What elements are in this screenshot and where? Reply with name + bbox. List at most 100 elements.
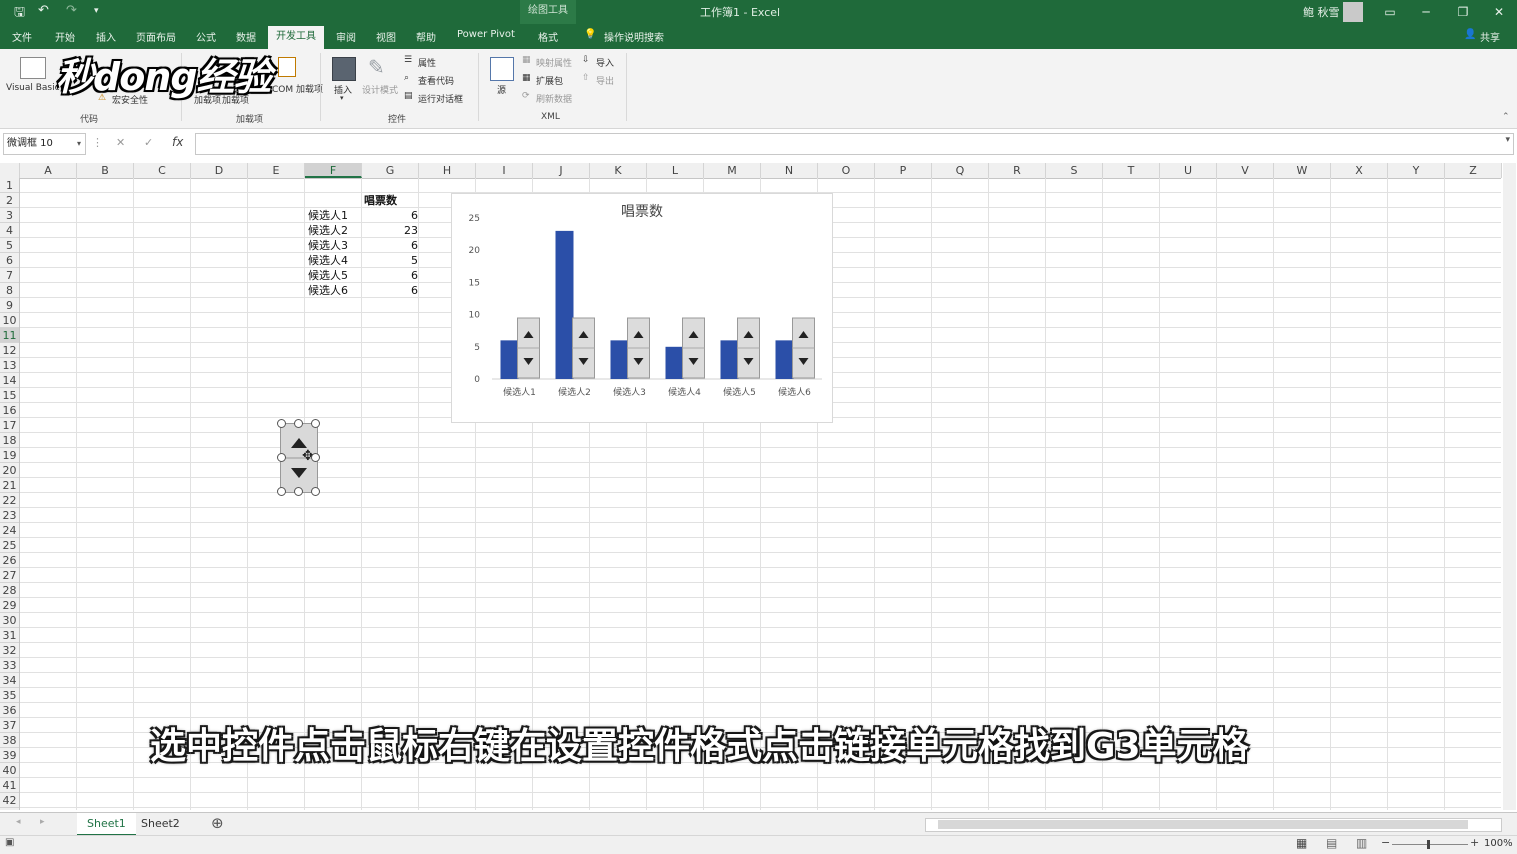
horizontal-scroll-thumb[interactable] [938,820,1468,829]
column-header-s[interactable]: S [1046,163,1103,178]
column-header-r[interactable]: R [989,163,1046,178]
candidate-name-cell[interactable]: 候选人1 [308,208,348,223]
user-name[interactable]: 鲍 秋雪 [1303,4,1340,20]
tab-file[interactable]: 文件 [12,29,32,44]
properties-button[interactable]: 属性 [418,56,436,69]
row-header-15[interactable]: 15 [0,388,19,403]
enter-icon[interactable]: ✓ [144,136,153,149]
row-header-28[interactable]: 28 [0,583,19,598]
share-button[interactable]: 共享 [1480,29,1500,44]
column-header-a[interactable]: A [20,163,77,178]
com-addins-button[interactable]: COM 加载项 [272,82,323,95]
chart-bar[interactable] [665,346,684,379]
row-header-7[interactable]: 7 [0,268,19,283]
export-button[interactable]: 导出 [596,74,614,87]
formula-input[interactable]: ▾ [195,133,1514,155]
tab-help[interactable]: 帮助 [416,29,436,44]
column-header-z[interactable]: Z [1445,163,1502,178]
votes-value-cell[interactable]: 6 [363,283,418,298]
column-header-g[interactable]: G [362,163,419,178]
column-header-h[interactable]: H [419,163,476,178]
candidate-name-cell[interactable]: 候选人3 [308,238,348,253]
row-header-35[interactable]: 35 [0,688,19,703]
page-break-view-icon[interactable]: ▥ [1356,836,1367,850]
view-code-icon[interactable]: ⌕ [404,73,409,83]
export-icon[interactable]: ⇧ [582,73,590,83]
row-header-41[interactable]: 41 [0,778,19,793]
column-header-e[interactable]: E [248,163,305,178]
row-header-34[interactable]: 34 [0,673,19,688]
tab-page-layout[interactable]: 页面布局 [136,29,176,44]
row-header-37[interactable]: 37 [0,718,19,733]
sheet-tab-sheet2[interactable]: Sheet2 [131,813,190,834]
scroll-sheets-left-icon[interactable]: ◂ [16,817,21,827]
tab-formulas[interactable]: 公式 [196,29,216,44]
row-header-13[interactable]: 13 [0,358,19,373]
tab-format[interactable]: 格式 [538,29,558,44]
resize-handle[interactable] [294,487,303,496]
row-header-25[interactable]: 25 [0,538,19,553]
design-mode-button[interactable]: 设计模式 [362,83,398,96]
undo-icon[interactable]: ↶ [38,3,49,18]
resize-handle[interactable] [277,419,286,428]
column-header-x[interactable]: X [1331,163,1388,178]
row-header-20[interactable]: 20 [0,463,19,478]
resize-handle[interactable] [311,453,320,462]
resize-handle[interactable] [277,453,286,462]
row-header-17[interactable]: 17 [0,418,19,433]
resize-handle[interactable] [311,419,320,428]
sheet-tab-sheet1[interactable]: Sheet1 [77,813,136,836]
search-tell-me[interactable]: 操作说明搜索 [604,29,664,44]
row-header-5[interactable]: 5 [0,238,19,253]
row-header-12[interactable]: 12 [0,343,19,358]
zoom-level[interactable]: 100% [1484,838,1513,849]
design-mode-icon[interactable]: ✎ [368,55,385,79]
row-header-23[interactable]: 23 [0,508,19,523]
row-header-29[interactable]: 29 [0,598,19,613]
map-properties-icon[interactable]: ▦ [522,55,531,65]
tab-data[interactable]: 数据 [236,29,256,44]
tab-power-pivot[interactable]: Power Pivot [457,29,515,40]
column-header-j[interactable]: J [533,163,590,178]
tab-developer[interactable]: 开发工具 [268,26,324,49]
row-header-3[interactable]: 3 [0,208,19,223]
row-header-4[interactable]: 4 [0,223,19,238]
column-header-q[interactable]: Q [932,163,989,178]
name-box-dropdown-icon[interactable]: ▾ [77,134,81,154]
row-header-16[interactable]: 16 [0,403,19,418]
row-header-9[interactable]: 9 [0,298,19,313]
macro-record-icon[interactable]: ▣ [5,837,14,848]
import-button[interactable]: 导入 [596,56,614,69]
zoom-in-icon[interactable]: + [1470,836,1479,849]
xml-source-button[interactable]: 源 [497,83,506,96]
expansion-packs-button[interactable]: 扩展包 [536,74,563,87]
row-header-6[interactable]: 6 [0,253,19,268]
resize-handle[interactable] [294,419,303,428]
vertical-scrollbar[interactable] [1503,163,1516,810]
row-header-36[interactable]: 36 [0,703,19,718]
column-header-f[interactable]: F [305,163,362,178]
row-header-33[interactable]: 33 [0,658,19,673]
run-dialog-button[interactable]: 运行对话框 [418,92,463,105]
tab-view[interactable]: 视图 [376,29,396,44]
chart-bar[interactable] [610,340,629,379]
column-header-u[interactable]: U [1160,163,1217,178]
select-all-corner[interactable] [0,163,20,178]
insert-function-icon[interactable]: fx [172,135,183,149]
candidate-name-cell[interactable]: 候选人2 [308,223,348,238]
save-icon[interactable]: 🖫 [14,3,25,25]
visual-basic-icon[interactable] [20,57,46,79]
row-header-22[interactable]: 22 [0,493,19,508]
name-box[interactable]: 微调框 10 ▾ [3,133,86,155]
votes-chart[interactable]: 唱票数 0 5 10 15 20 25 候选人1 候选人2 候选人3 候选人4 候选人5 候选人6 [451,193,833,423]
import-icon[interactable]: ⇩ [582,55,590,65]
expand-formula-icon[interactable]: ▾ [1505,135,1510,145]
row-header-18[interactable]: 18 [0,433,19,448]
row-header-42[interactable]: 42 [0,793,19,808]
row-header-40[interactable]: 40 [0,763,19,778]
tab-insert[interactable]: 插入 [96,29,116,44]
zoom-out-icon[interactable]: − [1381,836,1390,849]
row-header-8[interactable]: 8 [0,283,19,298]
row-header-1[interactable]: 1 [0,178,19,193]
column-header-t[interactable]: T [1103,163,1160,178]
